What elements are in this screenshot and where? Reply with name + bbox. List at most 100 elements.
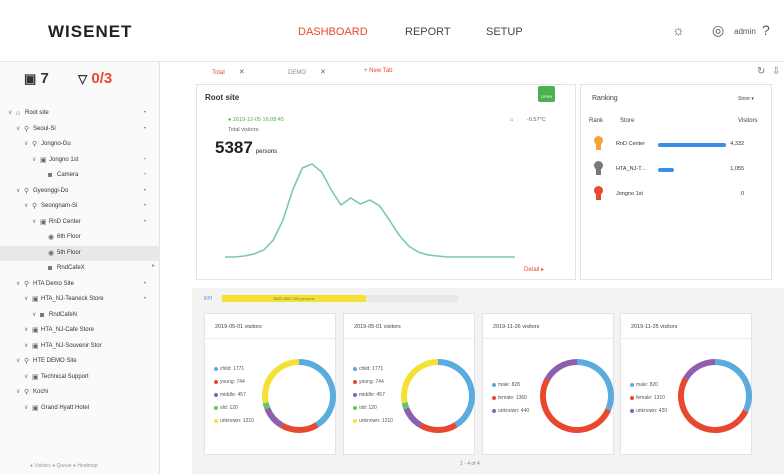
donut-slice (298, 359, 336, 428)
ranking-visitors: 4,332 (730, 141, 744, 147)
donut-card: 2019-11-26 visitors male: 828 female: 1360… (482, 313, 614, 455)
tree-item[interactable]: ∨ ▣ HTA_NJ-Cafe Store (0, 323, 160, 339)
close-icon[interactable]: ✕ (239, 69, 245, 76)
tree-item-label: HTA_NJ-Cafe Store (41, 327, 94, 333)
pager[interactable]: 1 - 4 of 4 (460, 461, 480, 467)
chevron-down-icon[interactable]: ∨ (24, 292, 28, 308)
tab-total[interactable]: Total ✕ (212, 68, 245, 76)
chevron-down-icon[interactable]: ∨ (16, 385, 20, 401)
tab-bar: Total ✕ DEMO ✕ + New Tab (192, 62, 784, 82)
tree-item[interactable]: ∨ ▣ Technical Support (0, 370, 160, 386)
chevron-down-icon[interactable]: ∨ (16, 184, 20, 200)
ranking-row[interactable]: RnD Center 4,332 (583, 133, 768, 157)
ranking-bar (658, 143, 726, 147)
sensor-icon: ▽ (78, 72, 88, 86)
chevron-down-icon[interactable]: ∨ (24, 370, 28, 386)
ranking-selector[interactable]: Store ▾ (738, 96, 754, 102)
kpi-label: KPI (204, 296, 213, 302)
tree-item-label: 6th Floor (57, 234, 81, 240)
chevron-down-icon[interactable]: ∨ (16, 354, 20, 370)
rank-header: Rank (589, 118, 604, 124)
nav-dashboard[interactable]: DASHBOARD (298, 26, 368, 38)
tree-item[interactable]: ∨ ⚲ Gyeonggi-Do • (0, 184, 160, 200)
visitors-header: Visitors (738, 118, 758, 124)
export-icon[interactable]: ⇩ (772, 66, 780, 77)
user-circle-icon[interactable]: ◎ (712, 22, 724, 39)
donut-card: 2019-05-01 visitors child: 1771 young: 744… (343, 313, 475, 455)
tree-item[interactable]: ∨ ▣ Grand Hyatt Hotel (0, 401, 160, 417)
chevron-down-icon[interactable]: ∨ (24, 401, 28, 417)
donut-slice (544, 359, 578, 381)
tree-item[interactable]: ∨ ⚲ Kochi (0, 385, 160, 401)
donut-slice (264, 407, 284, 428)
donut-slice (540, 377, 611, 433)
chevron-down-icon[interactable]: ∨ (24, 199, 28, 215)
donut-chart (540, 359, 614, 433)
collapse-handle[interactable]: ▸ (152, 262, 155, 269)
settings-icon[interactable]: ☼ (672, 22, 685, 38)
visitors-total: 5387 persons (215, 138, 278, 157)
tree-item[interactable]: ∨ ▣ RnD Center • (0, 215, 160, 231)
detail-link[interactable]: Detail ▸ (524, 266, 544, 273)
tree-item[interactable]: ∨ ⚲ Jongno-Gu (0, 137, 160, 153)
tree-item-label: HTE DEMO Site (33, 358, 77, 364)
refresh-icon[interactable]: ↻ (757, 66, 765, 77)
status-dot: • (143, 280, 146, 287)
tree-item[interactable]: ∨ ⚲ Seongnam-Si • (0, 199, 160, 215)
tree-item[interactable]: ◙ RndCafeX (0, 261, 160, 277)
tab-demo[interactable]: DEMO ✕ (288, 68, 326, 76)
visitors-label: Total visitors: (228, 127, 260, 133)
chevron-down-icon[interactable]: ∨ (32, 215, 36, 231)
site-tree: ∨ ⌂ Root site • ∨ ⚲ Seoul-Si • ∨ ⚲ Jongno-Gu ∨ ▣ Jong… (0, 106, 160, 416)
kpi-progress: 8000 /800 000 persons (222, 295, 366, 302)
pin-icon: ⚲ (24, 280, 30, 288)
tree-item[interactable]: ∨ ⚲ HTA Demo Site • (0, 277, 160, 293)
nav-report[interactable]: REPORT (405, 26, 451, 38)
tree-item[interactable]: ∨ ⚲ HTE DEMO Site (0, 354, 160, 370)
user-name[interactable]: admin (734, 27, 756, 36)
donut-slice (401, 359, 439, 404)
tree-item[interactable]: ◙ Camera • (0, 168, 160, 184)
sensor-status: ▽ 0/3 (78, 70, 113, 87)
ranking-store: HTA_NJ-T... (616, 166, 646, 172)
tree-item-label: HTA_NJ-Souvenir Stor (41, 342, 102, 349)
visitors-line (225, 163, 515, 258)
close-icon[interactable]: ✕ (320, 69, 326, 76)
camera-icon: ◙ (48, 172, 53, 179)
tree-item[interactable]: ∨ ⌂ Root site • (0, 106, 160, 122)
tree-item[interactable]: ∨ ▣ HTA_NJ-Teaneck Store • (0, 292, 160, 308)
chevron-down-icon[interactable]: ∨ (8, 106, 12, 122)
tree-item-label: RndCafeN (49, 311, 78, 318)
chevron-down-icon[interactable]: ∨ (24, 137, 28, 153)
chevron-down-icon[interactable]: ∨ (32, 153, 36, 169)
chevron-down-icon[interactable]: ∨ (24, 323, 28, 339)
ranking-row[interactable]: Jongno 1st 0 (583, 183, 768, 207)
tree-item[interactable]: ◉ 6th Floor (0, 230, 160, 246)
ranking-visitors: 1,055 (730, 166, 744, 172)
pin-icon: ⚲ (24, 389, 30, 396)
store-icon: ▣ (40, 218, 47, 226)
open-badge: OPEN (538, 86, 555, 102)
tree-item[interactable]: ∨ ◙ RndCafeN (0, 308, 160, 324)
chevron-down-icon[interactable]: ∨ (24, 339, 28, 355)
new-tab-button[interactable]: + New Tab (364, 68, 392, 74)
ranking-row[interactable]: HTA_NJ-T... 1,055 (583, 158, 768, 182)
chevron-down-icon[interactable]: ∨ (16, 122, 20, 138)
site-title: Root site (205, 93, 240, 102)
status-dot: • (143, 203, 146, 209)
chevron-down-icon[interactable]: ∨ (16, 277, 20, 293)
tree-item-label: RndCafeX (57, 265, 85, 271)
help-icon[interactable]: ? (762, 22, 770, 38)
site-datetime: ● 2019-12-05 16:08:45 (228, 117, 284, 123)
donut-slice (576, 359, 614, 411)
tree-item[interactable]: ∨ ⚲ Seoul-Si • (0, 122, 160, 138)
tree-item[interactable]: ∨ ▣ HTA_NJ-Souvenir Stor (0, 339, 160, 355)
tree-item-label: RnD Center (49, 218, 81, 225)
store-icon: ▣ (32, 296, 39, 303)
nav-setup[interactable]: SETUP (486, 26, 523, 38)
tree-item[interactable]: ∨ ▣ Jongno 1st • (0, 153, 160, 169)
chevron-down-icon[interactable]: ∨ (32, 308, 36, 324)
donut-slice (262, 359, 300, 404)
tree-item[interactable]: ◉ 5th Floor (0, 245, 160, 261)
donut-slice (678, 377, 749, 433)
